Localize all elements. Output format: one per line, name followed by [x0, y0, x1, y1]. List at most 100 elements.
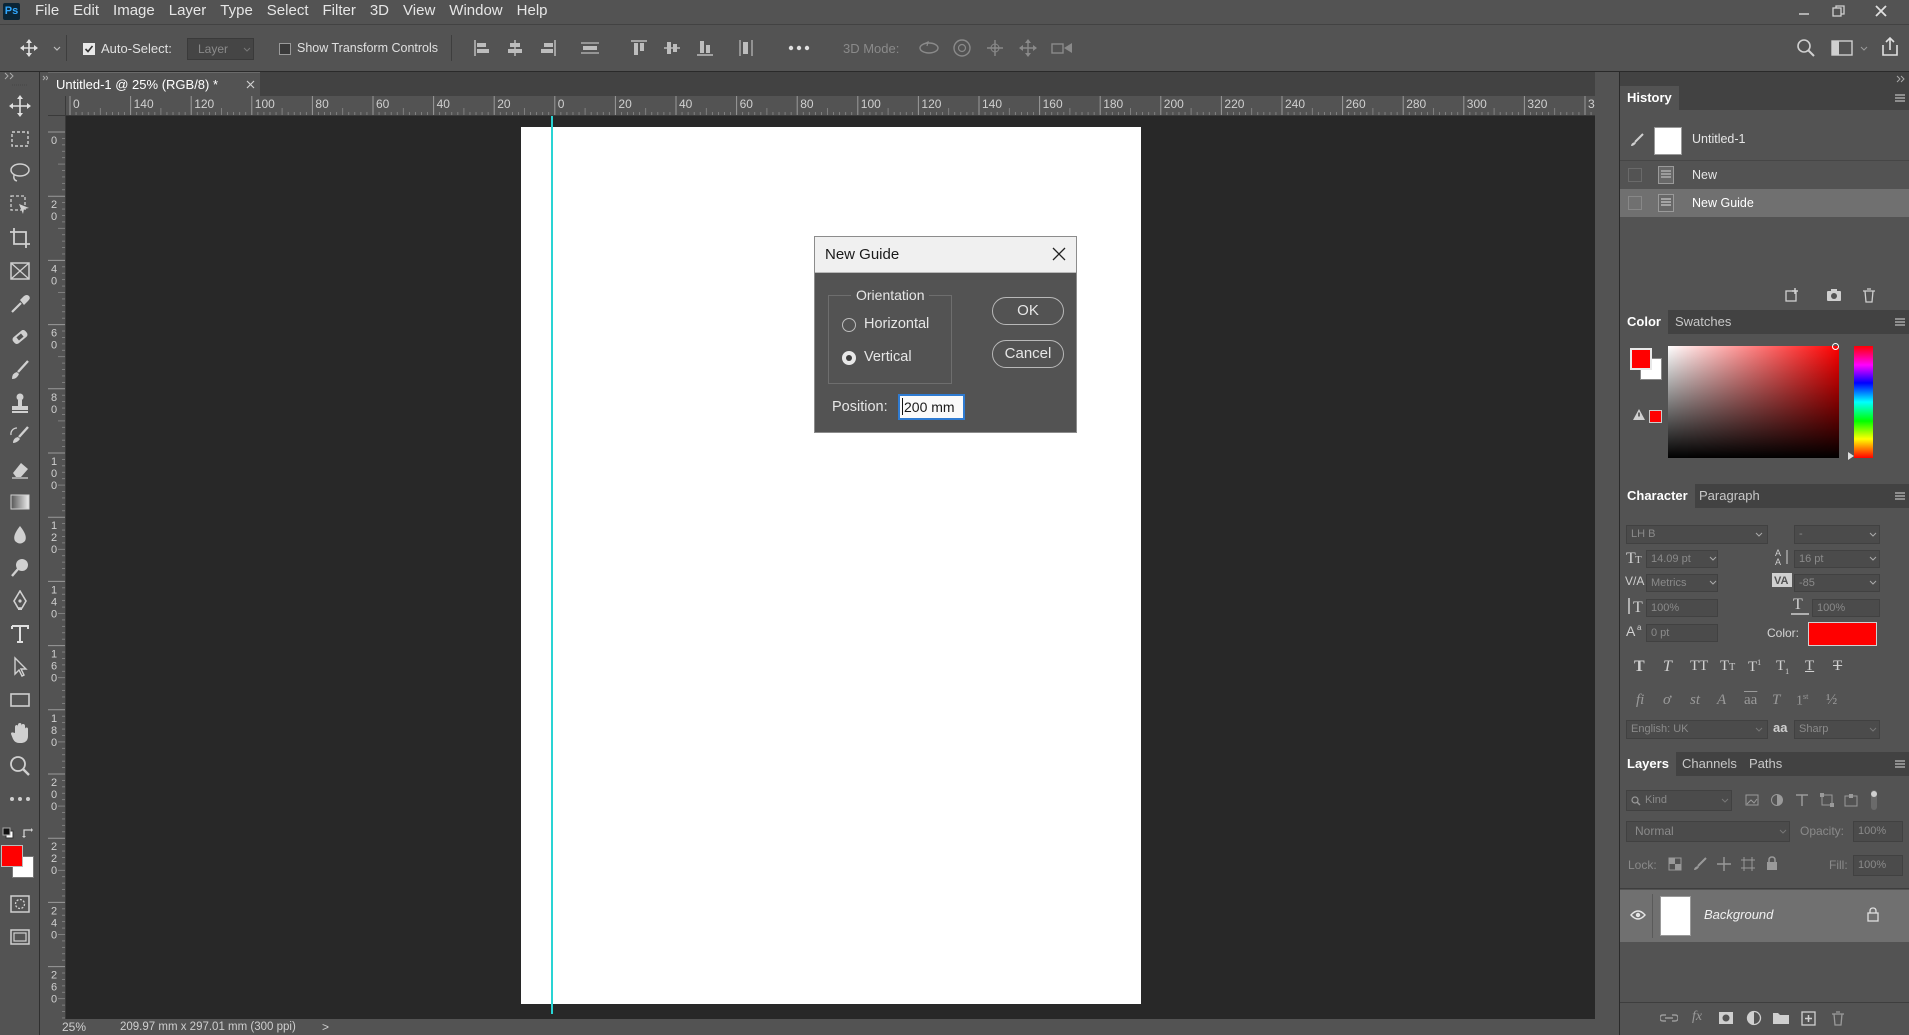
- visibility-eye-icon[interactable]: [1630, 909, 1646, 921]
- vertical-radio[interactable]: [842, 351, 856, 365]
- text-color-swatch[interactable]: [1808, 622, 1877, 646]
- minimize-button[interactable]: [1789, 0, 1819, 22]
- tab-character[interactable]: Character: [1620, 484, 1695, 508]
- menu-image[interactable]: Image: [106, 0, 162, 24]
- close-window-button[interactable]: [1866, 0, 1896, 22]
- close-icon[interactable]: [1050, 245, 1068, 263]
- align-vertical-centers-icon[interactable]: [663, 39, 681, 57]
- path-selection-tool-icon[interactable]: [4, 652, 36, 682]
- menu-3d[interactable]: 3D: [363, 0, 396, 24]
- menu-type[interactable]: Type: [213, 0, 260, 24]
- frame-tool-icon[interactable]: [4, 256, 36, 286]
- vertical-scale-field[interactable]: 100%: [1646, 599, 1718, 617]
- rectangle-tool-icon[interactable]: [4, 685, 36, 715]
- menu-file[interactable]: File: [28, 0, 66, 24]
- hand-tool-icon[interactable]: [4, 718, 36, 748]
- show-transform-controls-checkbox[interactable]: [279, 43, 291, 55]
- faux-bold-icon[interactable]: T: [1634, 658, 1645, 676]
- 3d-orbit-icon[interactable]: [918, 38, 940, 58]
- history-item-selected[interactable]: New Guide: [1620, 189, 1909, 217]
- panel-menu-icon[interactable]: [1894, 758, 1906, 770]
- tab-layers[interactable]: Layers: [1620, 752, 1676, 776]
- filter-adjustment-icon[interactable]: [1770, 793, 1784, 807]
- filter-type-icon[interactable]: [1795, 793, 1809, 807]
- history-snapshot[interactable]: Untitled-1: [1620, 120, 1909, 160]
- align-horizontal-centers-icon[interactable]: [506, 39, 524, 57]
- titling-alternates-icon[interactable]: aa: [1744, 692, 1757, 709]
- menu-edit[interactable]: Edit: [66, 0, 106, 24]
- filter-image-icon[interactable]: [1745, 793, 1759, 807]
- 3d-slide-icon[interactable]: [1017, 38, 1039, 58]
- more-options-icon[interactable]: [788, 40, 810, 56]
- panel-menu-icon[interactable]: [1894, 316, 1906, 328]
- filter-smart-object-icon[interactable]: [1844, 793, 1858, 807]
- lock-artboard-icon[interactable]: [1741, 857, 1755, 871]
- dodge-tool-icon[interactable]: [4, 553, 36, 583]
- layer-row-background[interactable]: Background: [1620, 890, 1909, 942]
- distribute-horizontal-icon[interactable]: [737, 39, 755, 57]
- menu-layer[interactable]: Layer: [162, 0, 214, 24]
- color-field[interactable]: [1668, 343, 1839, 458]
- history-source-checkbox[interactable]: [1628, 168, 1642, 182]
- swash-icon[interactable]: st: [1690, 692, 1700, 709]
- horizontal-radio[interactable]: [842, 318, 856, 332]
- language-dropdown[interactable]: English: UK: [1626, 720, 1768, 739]
- eyedropper-tool-icon[interactable]: [4, 289, 36, 319]
- horizontal-scale-field[interactable]: 100%: [1812, 599, 1880, 617]
- hue-slider[interactable]: [1854, 346, 1873, 458]
- tracking-dropdown[interactable]: -85: [1794, 574, 1880, 592]
- hue-slider-handle[interactable]: [1848, 452, 1854, 460]
- lock-image-pixels-icon[interactable]: [1693, 857, 1707, 871]
- search-icon[interactable]: [1796, 38, 1816, 58]
- subscript-icon[interactable]: T1: [1776, 658, 1789, 676]
- filter-toggle-icon[interactable]: [1867, 790, 1881, 810]
- collapse-toolbar-icon[interactable]: [4, 72, 16, 80]
- menu-help[interactable]: Help: [510, 0, 555, 24]
- vertical-ruler[interactable]: 020406080100120140160180200220240260280: [48, 116, 66, 1019]
- tab-swatches[interactable]: Swatches: [1668, 310, 1738, 334]
- 3d-scale-icon[interactable]: [1050, 38, 1074, 58]
- menu-select[interactable]: Select: [260, 0, 316, 24]
- tab-color[interactable]: Color: [1620, 310, 1668, 334]
- stylistic-alternates-icon[interactable]: A: [1717, 692, 1726, 709]
- vertical-guide[interactable]: [551, 116, 553, 1014]
- foreground-color-swatch[interactable]: [1, 845, 23, 867]
- rectangular-marquee-tool-icon[interactable]: [4, 124, 36, 154]
- panel-menu-icon[interactable]: [1894, 490, 1906, 502]
- lock-transparent-pixels-icon[interactable]: [1668, 857, 1682, 871]
- fx-icon[interactable]: fx: [1692, 1009, 1702, 1025]
- pen-tool-icon[interactable]: [4, 586, 36, 616]
- blur-tool-icon[interactable]: [4, 520, 36, 550]
- history-brush-tool-icon[interactable]: [4, 421, 36, 451]
- foreground-color-chip[interactable]: [1630, 348, 1652, 370]
- chevron-down-icon[interactable]: [1860, 46, 1868, 52]
- filter-shape-icon[interactable]: [1820, 793, 1834, 807]
- old-style-icon[interactable]: ơ: [1663, 692, 1671, 709]
- tab-history[interactable]: History: [1620, 86, 1679, 110]
- status-menu-arrow[interactable]: >: [322, 1020, 329, 1034]
- fractions-icon[interactable]: ½: [1826, 692, 1837, 709]
- document-tab[interactable]: Untitled-1 @ 25% (RGB/8) *: [48, 72, 260, 96]
- add-mask-icon[interactable]: [1718, 1011, 1734, 1025]
- all-caps-icon[interactable]: TT: [1690, 658, 1708, 675]
- menu-window[interactable]: Window: [442, 0, 509, 24]
- healing-brush-tool-icon[interactable]: [4, 322, 36, 352]
- swap-colors-icon[interactable]: [22, 827, 34, 839]
- new-layer-icon[interactable]: [1801, 1010, 1817, 1026]
- lock-all-icon[interactable]: [1765, 856, 1779, 871]
- 3d-roll-icon[interactable]: [951, 38, 973, 58]
- adjustment-layer-icon[interactable]: [1746, 1010, 1762, 1026]
- auto-select-target-dropdown[interactable]: Layer: [187, 38, 254, 60]
- share-icon[interactable]: [1879, 36, 1901, 58]
- contextual-alternates-icon[interactable]: T: [1772, 692, 1780, 709]
- ok-button[interactable]: OK: [992, 297, 1064, 325]
- clone-stamp-tool-icon[interactable]: [4, 388, 36, 418]
- horizontal-ruler[interactable]: 0 140 120 100 80 60 40 20 0 20 40 60 80 100 120 140 160 1…: [66, 96, 1595, 116]
- vertical-label[interactable]: Vertical: [864, 349, 912, 365]
- chevron-down-icon[interactable]: [53, 46, 61, 52]
- zoom-level[interactable]: 25%: [62, 1020, 86, 1034]
- eraser-tool-icon[interactable]: [4, 454, 36, 484]
- layer-name[interactable]: Background: [1704, 907, 1773, 922]
- menu-filter[interactable]: Filter: [316, 0, 363, 24]
- close-tab-icon[interactable]: [246, 80, 255, 89]
